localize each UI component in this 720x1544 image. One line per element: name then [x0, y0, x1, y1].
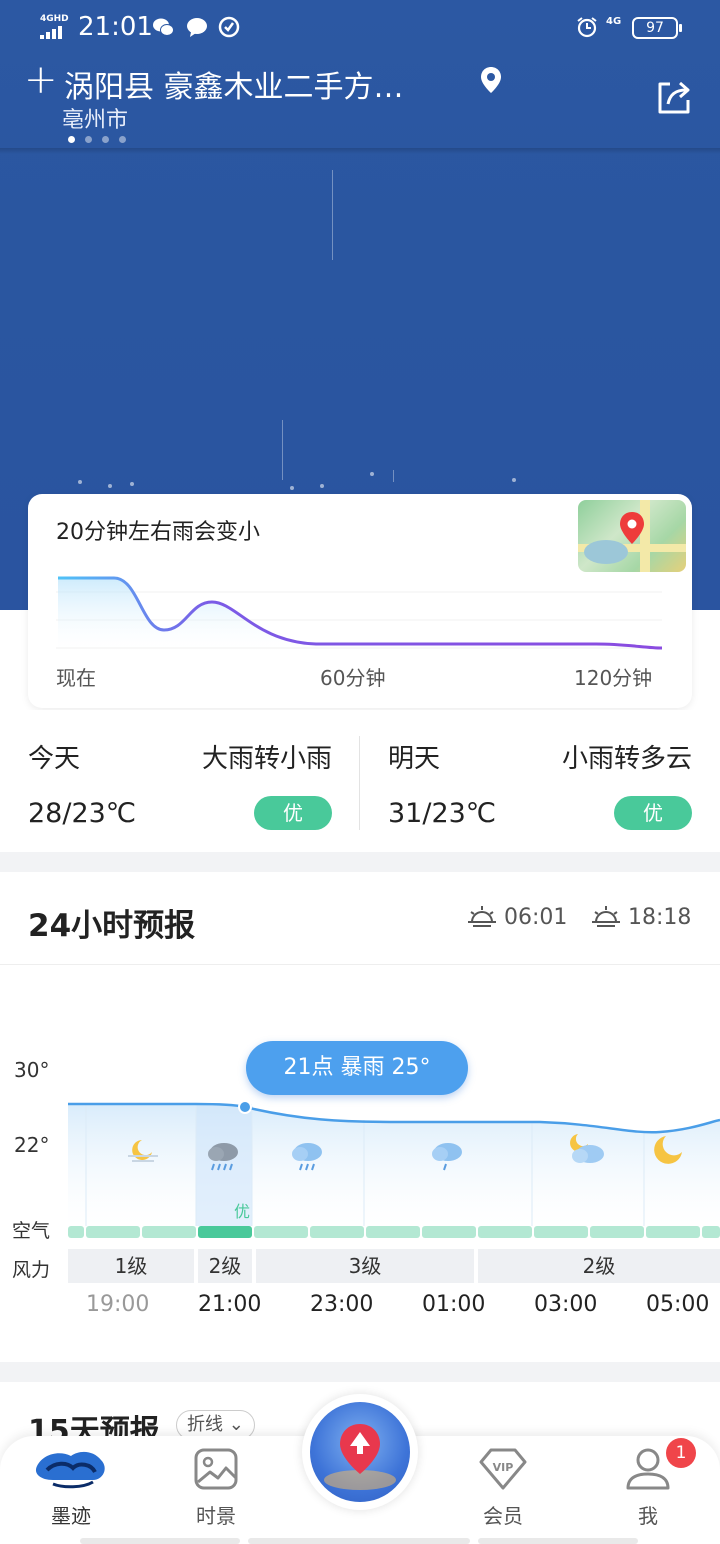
vip-diamond-icon: VIP: [479, 1448, 527, 1490]
sync-icon: [218, 16, 240, 38]
hour-label: 23:00: [310, 1292, 374, 1317]
tomorrow-label: 明天: [388, 744, 441, 774]
tomorrow-temperature: 31/23℃: [388, 798, 497, 829]
hourly-title: 24小时预报: [28, 908, 196, 944]
hour-label: 03:00: [534, 1292, 598, 1317]
wind-cell: 3级: [256, 1249, 474, 1283]
sunset-time: 18:18: [628, 904, 692, 930]
sunrise: 06:01: [466, 904, 567, 930]
today-temperature: 28/23℃: [28, 798, 137, 829]
location-pin-icon: [481, 67, 501, 93]
nav-tab-vip[interactable]: VIP 会员: [448, 1446, 558, 1529]
nav-label: 墨迹: [51, 1504, 91, 1528]
nav-label: 时景: [196, 1504, 236, 1528]
rain-axis-now: 现在: [56, 666, 96, 690]
sunrise-time: 06:01: [504, 904, 568, 930]
signal-icon: [40, 26, 62, 39]
sunset: 18:18: [590, 904, 691, 930]
wechat-icon: [153, 18, 174, 36]
user-icon: [626, 1448, 670, 1490]
hour-label: 05:00: [646, 1292, 710, 1317]
message-icon: [187, 18, 207, 37]
air-row-label: 空气: [12, 1220, 51, 1242]
clock: 21:01: [78, 12, 153, 42]
notification-badge: 1: [666, 1438, 696, 1468]
chevron-down-icon: ⌄: [228, 1414, 244, 1435]
rain-axis-120: 120分钟: [574, 666, 653, 690]
y-label-30: 30°: [14, 1058, 50, 1082]
chart-mode-label: 折线: [187, 1414, 223, 1435]
moji-logo-icon: [35, 1451, 105, 1489]
hourly-temperature-chart[interactable]: [0, 1092, 720, 1242]
location-title[interactable]: 涡阳县 豪鑫木业二手方…: [64, 62, 404, 106]
rain-forecast-card[interactable]: 20分钟左右雨会变小 现在 60分钟 120分钟: [28, 494, 692, 708]
center-feature-button[interactable]: [302, 1394, 418, 1510]
location-header: + 涡阳县 豪鑫木业二手方… 亳州市: [0, 56, 720, 148]
weather-alert-pin-icon: [324, 1424, 396, 1490]
sunrise-icon: [468, 906, 496, 927]
air-quality-bars: [68, 1226, 720, 1238]
svg-text:VIP: VIP: [493, 1461, 514, 1474]
alarm-icon: [577, 17, 597, 38]
share-icon[interactable]: [654, 78, 694, 118]
hour-label: 19:00: [86, 1292, 150, 1317]
today-aqi-badge: 优: [254, 796, 332, 830]
rain-intensity-graph: [56, 576, 663, 656]
rain-axis-60: 60分钟: [320, 666, 386, 690]
hour-label: 01:00: [422, 1292, 486, 1317]
wind-cell: 2级: [478, 1249, 720, 1283]
mobile-data-indicator: 4G: [606, 16, 622, 27]
page-indicator: [68, 136, 126, 143]
hourly-forecast: 24小时预报 06:01 18:18 30° 22° 21点 暴雨 25° 优 …: [0, 872, 720, 1362]
map-pin-icon: [578, 500, 686, 572]
status-bar: 4GHD 21:01 4G 97: [0, 0, 720, 56]
hourly-tooltip: 21点 暴雨 25°: [246, 1041, 468, 1095]
tomorrow-condition: 小雨转多云: [561, 744, 692, 774]
rain-map-thumbnail[interactable]: [578, 500, 686, 572]
today-condition: 大雨转小雨: [201, 744, 332, 774]
add-city-button[interactable]: +: [24, 60, 58, 100]
wind-cell: 1级: [68, 1249, 194, 1283]
sunset-icon: [592, 906, 620, 927]
picture-icon: [194, 1448, 238, 1490]
tomorrow-aqi-badge: 优: [614, 796, 692, 830]
hour-label: 21:00: [198, 1292, 262, 1317]
wind-cell: 2级: [198, 1249, 252, 1283]
rain-summary: 20分钟左右雨会变小: [56, 520, 260, 545]
selected-hour-aqi: 优: [234, 1202, 251, 1221]
nav-label: 会员: [483, 1504, 523, 1528]
city-name: 亳州市: [62, 108, 129, 133]
battery-icon: 97: [632, 17, 682, 39]
nav-tab-shijing[interactable]: 时景: [161, 1446, 271, 1529]
daily-summary: 今天 大雨转小雨 28/23℃ 优 明天 小雨转多云 31/23℃ 优: [0, 710, 720, 852]
today-label: 今天: [28, 744, 81, 774]
nav-label: 我: [638, 1504, 658, 1528]
network-type: 4GHD: [40, 14, 69, 24]
nav-tab-moji[interactable]: 墨迹: [16, 1446, 126, 1529]
wind-row-label: 风力: [12, 1259, 51, 1281]
